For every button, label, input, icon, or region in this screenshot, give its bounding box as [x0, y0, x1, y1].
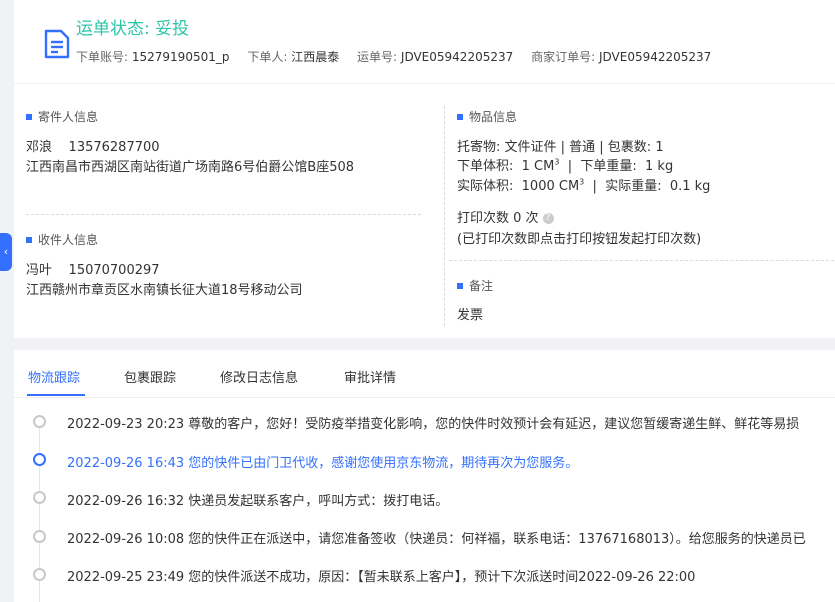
section-marker — [457, 282, 463, 289]
divider — [26, 214, 421, 215]
waybill-value: JDVE05942205237 — [400, 50, 514, 64]
section-marker — [26, 236, 32, 243]
receiver-name: 冯叶 — [26, 263, 53, 278]
waybill-label: 运单号: — [357, 50, 398, 64]
receiver-address: 江西赣州市章贡区水南镇长征大道18号移动公司 — [26, 283, 303, 298]
divider — [449, 260, 835, 261]
sidebar-collapse-button[interactable]: ‹ — [0, 233, 12, 271]
goods-item: 托寄物: 文件证件 | 普通 | 包裹数: 1 — [457, 140, 664, 155]
timeline-entry: 2022-09-23 20:23 尊敬的客户，您好！受防疫举措变化影响，您的快件… — [67, 417, 800, 432]
remark-section-title: 备注 — [457, 277, 493, 294]
goods-section-title: 物品信息 — [457, 108, 517, 125]
account-value: 15279190501_p — [131, 50, 230, 64]
print-hint: (已打印次数即点击打印按钮发起打印次数) — [457, 232, 702, 247]
remark-value: 发票 — [457, 308, 484, 323]
sender-contact: 邓浪 13576287700 — [26, 136, 160, 155]
document-icon — [44, 29, 70, 59]
timeline-entry: 2022-09-25 23:49 您的快件派送不成功，原因：【暂未联系上客户】，… — [67, 570, 696, 585]
timeline-entry: 2022-09-26 16:32 快递员发起联系客户，呼叫方式：拨打电话。 — [67, 494, 449, 509]
sender-address: 江西南昌市西湖区南站街道广场南路6号伯爵公馆B座508 — [26, 160, 355, 175]
column-divider — [444, 106, 445, 326]
help-icon[interactable]: ? — [542, 213, 554, 224]
order-meta: 下单账号: 15279190501_p 下单人: 江西晨泰 运单号: JDVE0… — [76, 48, 725, 65]
sender-phone: 13576287700 — [68, 140, 160, 155]
orderer-label: 下单人: — [247, 50, 288, 64]
timeline-dot — [33, 568, 46, 581]
active-tab-indicator — [27, 394, 85, 396]
print-count: 打印次数 0 次? — [457, 207, 554, 226]
timeline-dot — [33, 491, 46, 504]
section-marker — [457, 113, 463, 120]
sender-section-title: 寄件人信息 — [26, 108, 98, 125]
timeline-dot — [33, 415, 46, 428]
timeline-entry-current: 2022-09-26 16:43 您的快件已由门卫代收，感谢您使用京东物流，期待… — [67, 456, 579, 471]
status-title: 运单状态: 妥投 — [76, 19, 190, 39]
timeline-entry: 2022-09-26 10:08 您的快件正在派送中，请您准备签收（快递员：何祥… — [67, 532, 806, 547]
merchant-value: JDVE05942205237 — [598, 50, 712, 64]
orderer-value: 江西晨泰 — [291, 50, 340, 64]
account-label: 下单账号: — [76, 50, 129, 64]
header-card: 运单状态: 妥投 下单账号: 15279190501_p 下单人: 江西晨泰 运… — [14, 0, 835, 83]
goods-volume-weight: 下单体积: 1 CM3 | 下单重量: 1 kg — [457, 157, 674, 174]
tab-bar: 物流跟踪 包裹跟踪 修改日志信息 审批详情 — [14, 350, 835, 398]
tab-approval-details[interactable]: 审批详情 — [344, 367, 396, 386]
tab-change-log[interactable]: 修改日志信息 — [220, 367, 298, 386]
tracking-card: 物流跟踪 包裹跟踪 修改日志信息 审批详情 2022-09-23 20:23 尊… — [14, 350, 835, 602]
timeline-dot-current — [33, 453, 46, 466]
tab-package-tracking[interactable]: 包裹跟踪 — [124, 367, 176, 386]
receiver-section-title: 收件人信息 — [26, 231, 98, 248]
tab-logistics-tracking[interactable]: 物流跟踪 — [28, 367, 80, 386]
timeline-dot — [33, 530, 46, 543]
goods-actual-volume-weight: 实际体积: 1000 CM3 | 实际重量: 0.1 kg — [457, 177, 711, 194]
info-card: 寄件人信息 邓浪 13576287700 江西南昌市西湖区南站街道广场南路6号伯… — [14, 84, 835, 338]
merchant-label: 商家订单号: — [531, 50, 596, 64]
section-marker — [26, 113, 32, 120]
receiver-contact: 冯叶 15070700297 — [26, 259, 160, 278]
receiver-phone: 15070700297 — [68, 263, 160, 278]
sender-name: 邓浪 — [26, 140, 53, 155]
